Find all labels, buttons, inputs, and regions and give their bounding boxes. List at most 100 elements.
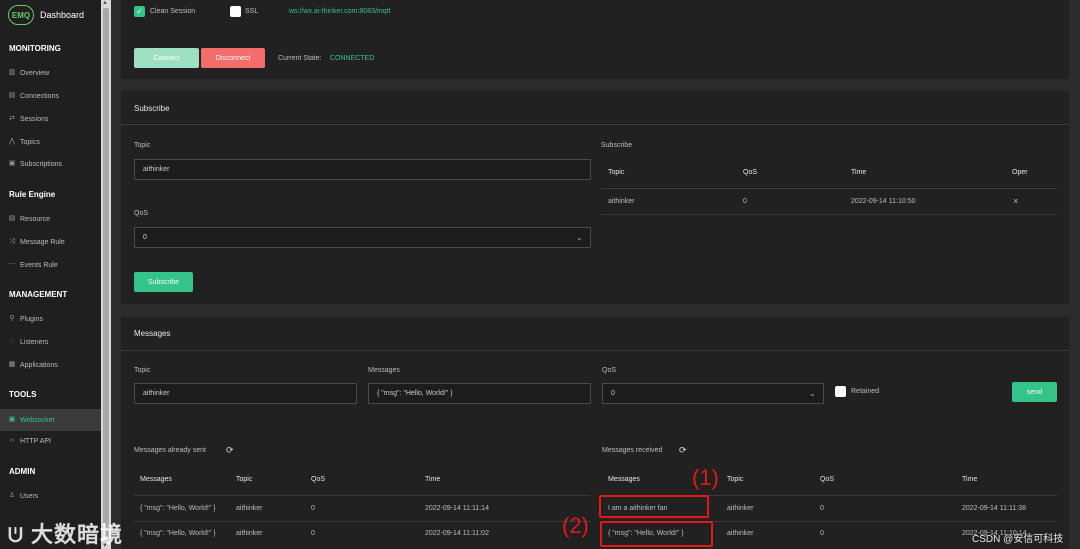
cell-qos: 0: [311, 505, 315, 512]
sidebar-item-overview[interactable]: ▥ Overview: [8, 69, 50, 77]
sidebar-item-resource[interactable]: ▤ Resource: [8, 215, 50, 223]
sidebar-item-websocket[interactable]: ▣ Websocket: [0, 409, 101, 431]
refresh-received-icon[interactable]: ⟳: [679, 445, 687, 456]
messages-card: Messages Topic aithinker Messages { "msg…: [121, 317, 1069, 549]
sidebar-item-label: Overview: [20, 69, 50, 77]
cell-time: 2022-09-14 11:10:50: [851, 198, 916, 205]
subscribe-button[interactable]: Subscribe: [134, 272, 193, 292]
ssl-label: SSL: [245, 8, 259, 15]
sent-col-messages: Messages: [140, 476, 172, 483]
sidebar-scrollbar[interactable]: ▲ ▼: [101, 0, 111, 549]
annotation-label-1: (1): [692, 465, 719, 490]
cell-time: 2022-09-14 11:11:02: [425, 530, 489, 537]
cell-topic: aithinker: [236, 530, 263, 537]
ssl-checkbox[interactable]: [230, 6, 241, 17]
state-label: Current State:: [278, 55, 322, 62]
subscribe-col-topic: Topic: [608, 169, 625, 176]
sidebar-item-label: Listeners: [20, 338, 49, 346]
sent-label: Messages already sent: [134, 447, 206, 454]
close-icon[interactable]: ×: [1013, 196, 1018, 206]
sessions-icon: ⇄: [9, 115, 15, 122]
sidebar-item-label: Plugins: [20, 315, 43, 323]
section-monitoring: MONITORING: [9, 44, 61, 53]
sidebar-item-sessions[interactable]: ⇄ Sessions: [8, 115, 48, 123]
subscribe-qos-select[interactable]: 0: [134, 227, 591, 248]
cell-topic: aithinker: [727, 530, 754, 537]
cell-topic: aithinker: [236, 505, 263, 512]
subscriptions-icon: ▣: [8, 160, 16, 167]
sidebar-item-label: Message Rule: [20, 238, 65, 246]
send-button[interactable]: send: [1012, 382, 1057, 402]
sidebar-item-label: Websocket: [20, 416, 55, 424]
publish-message-input[interactable]: { "msg": "Hello, World!" }: [368, 383, 591, 404]
annotation-label-2: (2): [562, 513, 589, 538]
user-icon: ♙: [8, 492, 16, 499]
sidebar-item-events-rule[interactable]: ⋯ Events Rule: [8, 261, 58, 269]
qos-label: QoS: [602, 367, 617, 374]
section-admin: ADMIN: [9, 467, 36, 476]
subscribe-col-qos: QoS: [743, 169, 758, 176]
cell-time: 2022-09-14 11:11:14: [425, 505, 489, 512]
sidebar-item-label: Connections: [20, 92, 59, 100]
qos-label: QoS: [134, 210, 149, 217]
received-label: Messages received: [602, 447, 663, 454]
sidebar-item-topics[interactable]: ⋀ Topics: [8, 138, 40, 146]
sidebar-item-applications[interactable]: ▦ Applications: [8, 361, 58, 369]
cell-message: { "msg": "Hello, World!" }: [140, 505, 216, 512]
cell-topic: aithinker: [727, 505, 754, 512]
cell-message: { "msg": "Hello, World!" }: [140, 530, 216, 537]
divider: [134, 495, 591, 496]
publish-topic-input[interactable]: aithinker: [134, 383, 357, 404]
emq-logo: EMQ: [8, 5, 34, 25]
received-col-messages: Messages: [608, 476, 640, 483]
sidebar-item-connections[interactable]: ▤ Connections: [8, 92, 59, 100]
sidebar-item-http-api[interactable]: ‹› HTTP API: [8, 437, 51, 445]
cell-qos: 0: [311, 530, 315, 537]
listener-icon: ◌: [9, 338, 15, 345]
scroll-up-icon[interactable]: ▲: [102, 0, 108, 6]
shuffle-icon: ⤨: [9, 238, 15, 245]
sidebar-item-message-rule[interactable]: ⤨ Message Rule: [8, 238, 65, 246]
resource-icon: ▤: [8, 215, 16, 222]
cell-qos: 0: [820, 530, 824, 537]
cell-time: 2022-09-14 11:11:38: [962, 505, 1026, 512]
cell-topic: aithinker: [608, 198, 635, 205]
sidebar-item-subscriptions[interactable]: ▣ Subscriptions: [8, 160, 62, 168]
retained-checkbox[interactable]: [835, 386, 846, 397]
subscribe-col-time: Time: [851, 169, 867, 176]
subscribe-col-oper: Oper: [1012, 169, 1028, 176]
sidebar-item-plugins[interactable]: ⚲ Plugins: [8, 315, 43, 323]
message-label: Messages: [368, 367, 400, 374]
annotation-box-2: [600, 521, 713, 547]
chevron-down-icon[interactable]: ⌄: [576, 233, 583, 242]
sidebar-item-users[interactable]: ♙ Users: [8, 492, 38, 500]
sidebar-item-label: Resource: [20, 215, 50, 223]
code-icon: ‹›: [9, 437, 15, 444]
publish-qos-select[interactable]: 0: [602, 383, 824, 404]
refresh-sent-icon[interactable]: ⟳: [226, 445, 234, 456]
disconnect-button[interactable]: Disconnect: [201, 48, 265, 68]
chart-icon: ▥: [8, 69, 16, 76]
divider: [121, 124, 1069, 125]
sidebar-item-label: Applications: [20, 361, 58, 369]
applications-icon: ▦: [8, 361, 16, 368]
chevron-down-icon[interactable]: ⌄: [809, 389, 816, 398]
watermark-left: ᕫ 大数暗境: [8, 517, 123, 549]
sent-col-qos: QoS: [311, 476, 326, 483]
section-rule-engine: Rule Engine: [9, 190, 56, 199]
sidebar-item-listeners[interactable]: ◌ Listeners: [8, 338, 49, 346]
section-tools: TOOLS: [9, 390, 37, 399]
clean-session-checkbox[interactable]: ✓: [134, 6, 145, 17]
scrollbar-thumb[interactable]: [103, 8, 109, 538]
subscribe-card: Subscribe Topic aithinker QoS 0 ⌄ Subscr…: [121, 91, 1069, 304]
divider: [121, 350, 1069, 351]
sent-col-time: Time: [425, 476, 441, 483]
topic-label: Topic: [134, 367, 151, 374]
sidebar-item-label: Subscriptions: [20, 160, 63, 168]
connect-button[interactable]: Connect: [134, 48, 199, 68]
divider: [134, 521, 591, 522]
topics-icon: ⋀: [9, 138, 15, 145]
connection-url: ws://wx.ai-thinker.com:8083/mqtt: [289, 8, 391, 15]
topic-label: Topic: [134, 142, 151, 149]
subscribe-topic-input[interactable]: aithinker: [134, 159, 591, 180]
